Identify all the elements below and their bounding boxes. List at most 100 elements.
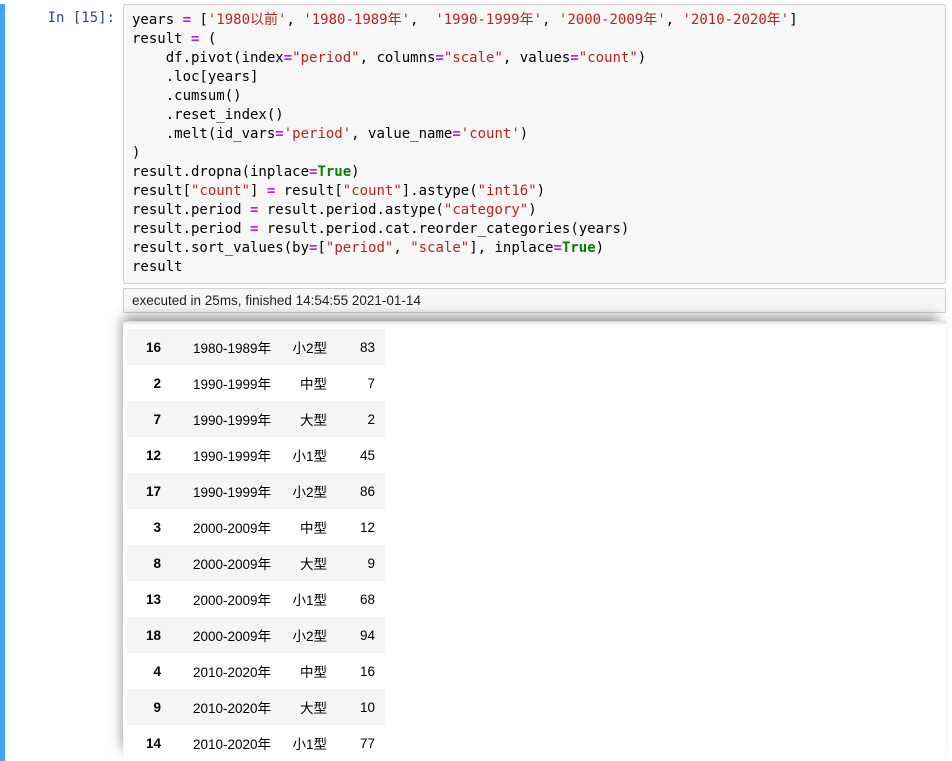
code-token: ( (199, 31, 216, 47)
code-token: result.period.cat.reorder_categories(yea… (258, 221, 629, 237)
code-token: True (317, 164, 351, 180)
code-token: result.sort_values(by (132, 240, 309, 256)
code-token: .loc[years] (132, 69, 258, 85)
output-row: 161980-1989年小2型8321990-1999年中型771990-199… (5, 321, 952, 761)
notebook: In [15]: years = ['1980以前', '1980-1989年'… (0, 0, 952, 761)
code-token: , (393, 240, 410, 256)
code-token: .melt(id_vars (132, 126, 275, 142)
cell-count: 10 (337, 689, 385, 725)
cell-period: 2010-2020年 (171, 653, 281, 689)
code-token: '1980-1989年' (303, 12, 410, 28)
execution-info: executed in 25ms, finished 14:54:55 2021… (123, 288, 946, 313)
input-prompt: In [15]: (5, 4, 123, 284)
cell-scale: 中型 (281, 653, 337, 689)
code-token: ], inplace (469, 240, 553, 256)
code-token: = (435, 50, 443, 66)
row-index: 12 (127, 437, 171, 473)
cell-period: 1980-1989年 (171, 329, 281, 365)
code-token: "scale" (444, 50, 503, 66)
row-index: 17 (127, 473, 171, 509)
code-token: '2010-2020年' (682, 12, 789, 28)
code-token: = (452, 126, 460, 142)
cell-scale: 小1型 (281, 581, 337, 617)
cell-scale: 小1型 (281, 725, 337, 761)
table-row: 82000-2009年大型9 (127, 545, 385, 581)
code-token: ) (596, 240, 604, 256)
code-token: [ (317, 240, 325, 256)
code-token: ) (528, 202, 536, 218)
code-token: ) (132, 145, 140, 161)
code-token: True (562, 240, 596, 256)
code-token: .reset_index() (132, 107, 284, 123)
cell-count: 9 (337, 545, 385, 581)
cell-period: 2000-2009年 (171, 617, 281, 653)
row-index: 2 (127, 365, 171, 401)
code-token: , (410, 12, 435, 28)
code-token: = (284, 50, 292, 66)
code-token: "count" (343, 183, 402, 199)
code-editor[interactable]: years = ['1980以前', '1980-1989年', '1990-1… (123, 4, 946, 284)
cell-count: 12 (337, 509, 385, 545)
cell-scale: 小2型 (281, 329, 337, 365)
code-token: ].astype( (402, 183, 478, 199)
table-row: 161980-1989年小2型83 (127, 329, 385, 365)
code-token: , columns (360, 50, 436, 66)
cell-count: 77 (337, 725, 385, 761)
input-prompt-label: In [15]: (48, 10, 115, 26)
code-token: '1990-1999年' (435, 12, 542, 28)
cell-scale: 大型 (281, 545, 337, 581)
row-index: 13 (127, 581, 171, 617)
cell-count: 45 (337, 437, 385, 473)
table-row: 21990-1999年中型7 (127, 365, 385, 401)
code-token: result.period (132, 202, 250, 218)
cell-scale: 中型 (281, 509, 337, 545)
cell-scale: 中型 (281, 365, 337, 401)
code-token: "period" (292, 50, 359, 66)
code-cell[interactable]: In [15]: years = ['1980以前', '1980-1989年'… (0, 4, 952, 761)
cell-period: 2000-2009年 (171, 509, 281, 545)
code-token: "int16" (478, 183, 537, 199)
code-token: ) (638, 50, 646, 66)
table-row: 121990-1999年小1型45 (127, 437, 385, 473)
cell-count: 83 (337, 329, 385, 365)
table-row: 92010-2020年大型10 (127, 689, 385, 725)
code-token: result[ (275, 183, 342, 199)
cell-period: 1990-1999年 (171, 473, 281, 509)
cell-count: 86 (337, 473, 385, 509)
cell-count: 16 (337, 653, 385, 689)
table-row: 182000-2009年小2型94 (127, 617, 385, 653)
exec-row: executed in 25ms, finished 14:54:55 2021… (5, 288, 952, 313)
code-token: result[ (132, 183, 191, 199)
code-token: "category" (444, 202, 528, 218)
table-row: 142010-2020年小1型77 (127, 725, 385, 761)
code-token: = (183, 12, 191, 28)
cell-scale: 大型 (281, 689, 337, 725)
code-token: , (666, 12, 683, 28)
output-prompt-spacer (5, 321, 123, 761)
cell-count: 94 (337, 617, 385, 653)
cell-scale: 小2型 (281, 473, 337, 509)
code-token: = (554, 240, 562, 256)
row-index: 9 (127, 689, 171, 725)
cell-count: 2 (337, 401, 385, 437)
code-token: 'count' (461, 126, 520, 142)
cell-period: 1990-1999年 (171, 437, 281, 473)
code-token: , values (503, 50, 570, 66)
cell-period: 2010-2020年 (171, 689, 281, 725)
code-token: result (132, 31, 191, 47)
cell-period: 2010-2020年 (171, 725, 281, 761)
cell-period: 2000-2009年 (171, 581, 281, 617)
cell-scale: 小2型 (281, 617, 337, 653)
code-token: , (286, 12, 303, 28)
cell-count: 68 (337, 581, 385, 617)
code-token: "count" (579, 50, 638, 66)
code-token: years (132, 12, 183, 28)
row-index: 3 (127, 509, 171, 545)
table-row: 171990-1999年小2型86 (127, 473, 385, 509)
row-index: 8 (127, 545, 171, 581)
row-index: 4 (127, 653, 171, 689)
cell-period: 1990-1999年 (171, 365, 281, 401)
code-token: [ (191, 12, 208, 28)
table-row: 32000-2009年中型12 (127, 509, 385, 545)
code-token: .cumsum() (132, 88, 242, 104)
